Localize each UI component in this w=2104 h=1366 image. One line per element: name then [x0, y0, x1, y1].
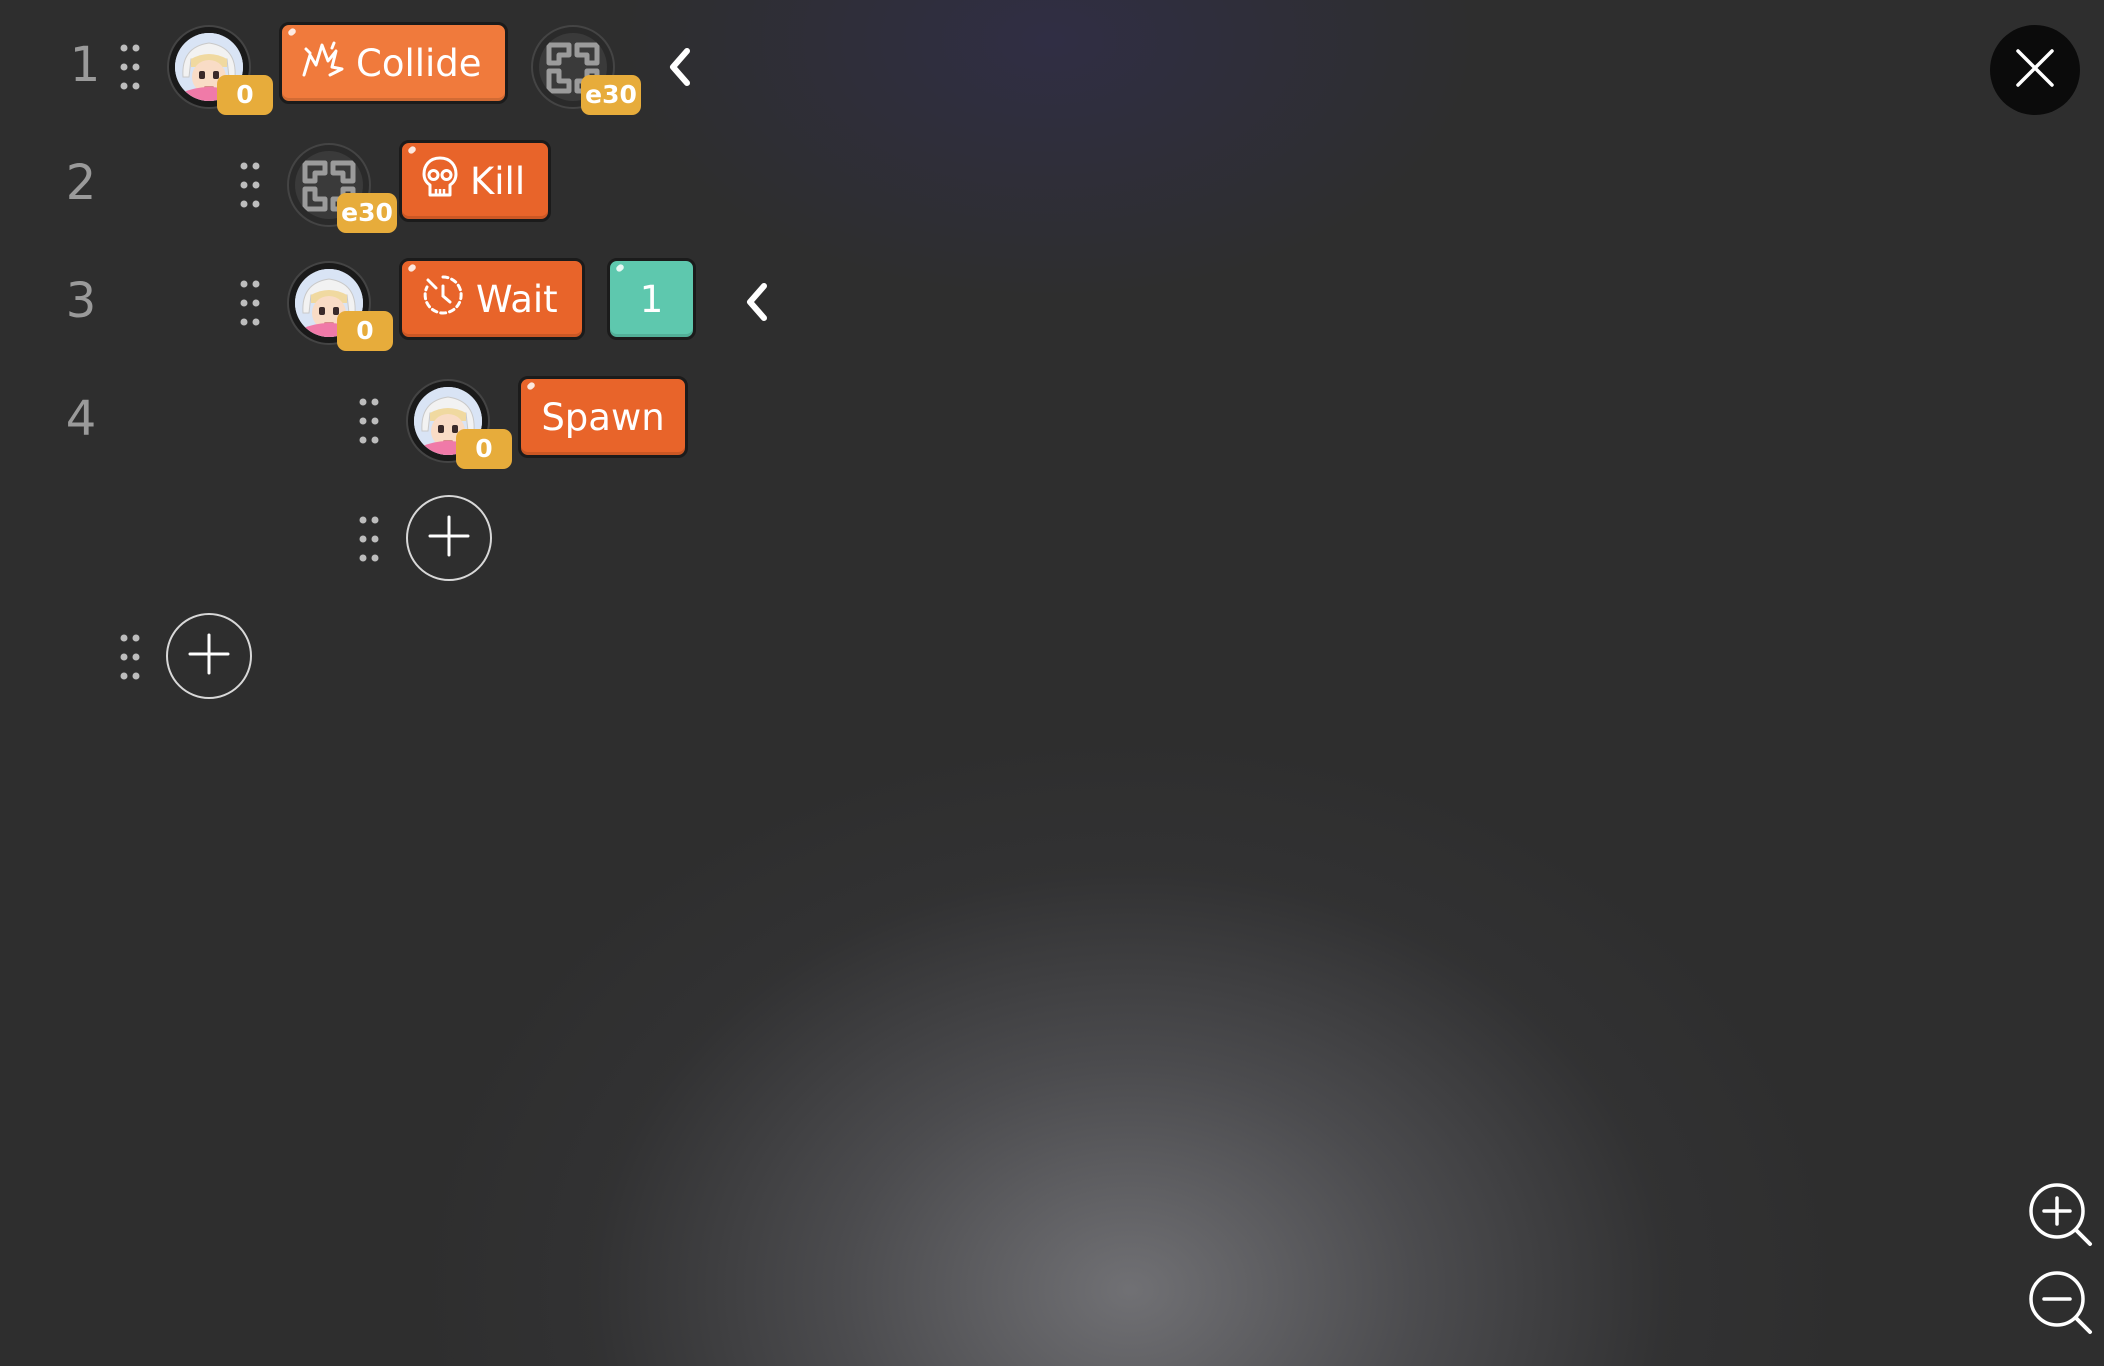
spawn-block[interactable]: Spawn: [518, 376, 688, 458]
line-number-3: 3: [65, 273, 97, 329]
instance-badge: 0: [456, 429, 512, 469]
block-label: Spawn: [541, 395, 665, 439]
instance-badge: 0: [217, 75, 273, 115]
number-value-block[interactable]: 1: [607, 258, 696, 340]
close-button[interactable]: [1990, 25, 2080, 115]
zoom-in-button[interactable]: [2028, 1182, 2094, 1248]
zoom-in-icon: [2028, 1183, 2094, 1252]
line-number-4: 4: [65, 391, 97, 447]
line-number-1: 1: [69, 37, 101, 93]
add-nested-block-button[interactable]: [406, 495, 492, 581]
object-id-badge: e30: [581, 75, 641, 115]
wait-block[interactable]: Wait: [399, 258, 585, 340]
chevron-left-icon[interactable]: [737, 272, 777, 332]
drag-handle-icon[interactable]: [235, 155, 265, 215]
zoom-out-icon: [2028, 1271, 2094, 1340]
drag-handle-icon[interactable]: [115, 37, 145, 97]
drag-handle-icon[interactable]: [354, 391, 384, 451]
target-object[interactable]: e30: [287, 143, 397, 233]
plus-icon: [426, 513, 472, 563]
collision-icon: [300, 39, 346, 88]
line-number-2: 2: [65, 155, 97, 211]
timer-icon: [420, 272, 466, 327]
plus-icon: [186, 631, 232, 681]
player-avatar[interactable]: 0: [287, 261, 393, 351]
kill-block[interactable]: Kill: [399, 140, 551, 222]
drag-handle-icon[interactable]: [115, 627, 145, 687]
object-id-badge: e30: [337, 193, 397, 233]
drag-handle-icon[interactable]: [354, 509, 384, 569]
chevron-left-icon[interactable]: [660, 37, 700, 97]
instance-badge: 0: [337, 311, 393, 351]
number-value: 1: [639, 277, 664, 321]
close-icon: [2015, 48, 2055, 92]
player-avatar[interactable]: 0: [406, 379, 512, 469]
skull-icon: [420, 155, 460, 208]
target-object[interactable]: e30: [531, 25, 641, 115]
zoom-out-button[interactable]: [2028, 1270, 2094, 1336]
block-label: Wait: [476, 277, 558, 321]
block-label: Collide: [356, 41, 482, 85]
add-line-button[interactable]: [166, 613, 252, 699]
block-label: Kill: [470, 159, 526, 203]
player-avatar[interactable]: 0: [167, 25, 273, 115]
collide-block[interactable]: Collide: [279, 22, 508, 104]
drag-handle-icon[interactable]: [235, 273, 265, 333]
